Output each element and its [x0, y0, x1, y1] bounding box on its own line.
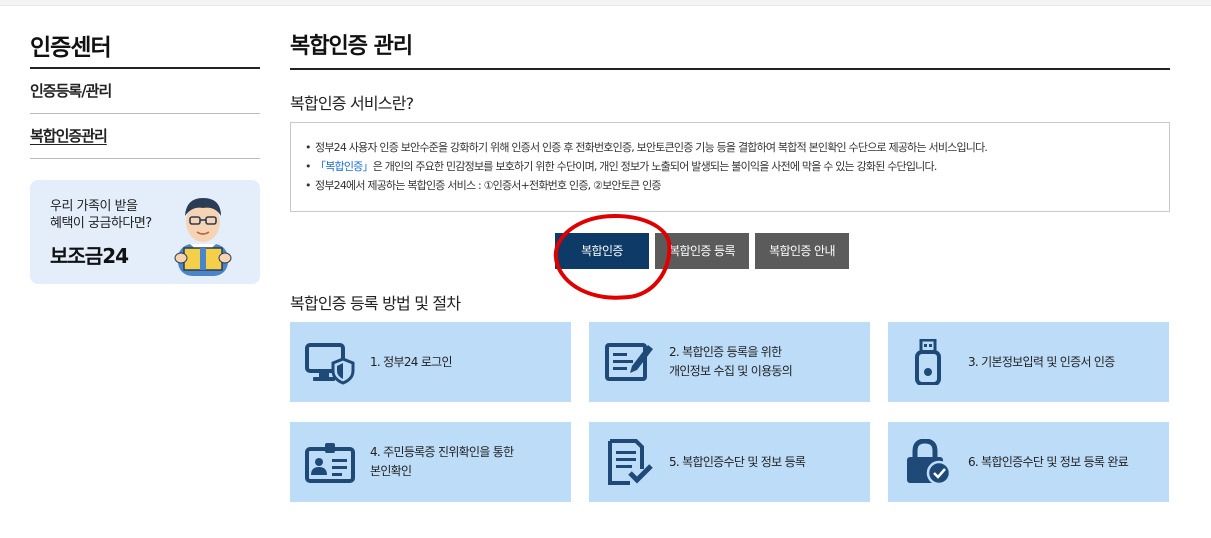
step-line: 개인정보 수집 및 이용동의 [669, 364, 793, 378]
step-line: 3. 기본정보입력 및 인증서 인증 [968, 354, 1115, 369]
banner-line1: 우리 가족이 받을 [50, 199, 138, 214]
step-line: 6. 복합인증수단 및 정보 등록 완료 [968, 454, 1129, 469]
step-text: 1. 정부24 로그인 [370, 322, 453, 402]
tab-multi-auth-guide[interactable]: 복합인증 안내 [755, 233, 849, 269]
sidebar: 인증센터 인증등록/관리 복합인증관리 우리 가족이 받을 혜택이 궁금하다면?… [30, 28, 260, 284]
step-card: 6. 복합인증수단 및 정보 등록 완료 [888, 422, 1169, 502]
step-text: 6. 복합인증수단 및 정보 등록 완료 [968, 422, 1129, 502]
monitor-shield-icon [305, 343, 355, 385]
banner-line2: 혜택이 궁금하다면? [50, 216, 152, 231]
tab-multi-auth-register[interactable]: 복합인증 등록 [655, 233, 749, 269]
document-check-icon [608, 439, 653, 485]
step-line: 4. 주민등록증 진위확인을 통한 [370, 445, 514, 459]
usb-token-icon [915, 339, 941, 385]
banner-text: 우리 가족이 받을 혜택이 궁금하다면? [50, 198, 152, 232]
step-line: 5. 복합인증수단 및 정보 등록 [669, 454, 806, 469]
notice-text: 은 개인의 주요한 민감정보를 보호하기 위한 수단이며, 개인 정보가 노출되… [372, 160, 938, 173]
step-text: 5. 복합인증수단 및 정보 등록 [669, 422, 806, 502]
step-line: 1. 정부24 로그인 [370, 354, 453, 369]
lock-check-icon [907, 439, 952, 485]
tab-bar: 복합인증 복합인증 등록 복합인증 안내 [555, 233, 849, 269]
step-text: 4. 주민등록증 진위확인을 통한본인확인 [370, 422, 514, 502]
step-card: 3. 기본정보입력 및 인증서 인증 [888, 322, 1169, 402]
id-card-icon [305, 443, 355, 483]
sidebar-item-label: 복합인증관리 [30, 127, 108, 145]
person-with-gift-icon [174, 198, 232, 276]
step-card: 4. 주민등록증 진위확인을 통한본인확인 [290, 422, 571, 502]
notice-text: 정부24 사용자 인증 보안수준을 강화하기 위해 인증서 인증 후 전화번호인… [315, 141, 988, 154]
banner-brand: 보조금24 [50, 244, 129, 268]
notice-box: • 정부24 사용자 인증 보안수준을 강화하기 위해 인증서 인증 후 전화번호… [290, 122, 1170, 212]
step-line: 2. 복합인증 등록을 위한 [669, 345, 782, 359]
step-text: 3. 기본정보입력 및 인증서 인증 [968, 322, 1115, 402]
form-pen-icon [605, 343, 653, 381]
notice-line: • 정부24에서 제공하는 복합인증 서비스 : ①인증서+전화번호 인증, ②보… [305, 179, 662, 192]
sidebar-title: 인증센터 [30, 28, 260, 69]
notice-highlight: 「복합인증」 [315, 160, 373, 173]
page-title: 복합인증 관리 [290, 28, 1170, 70]
notice-line: • 정부24 사용자 인증 보안수준을 강화하기 위해 인증서 인증 후 전화번호… [305, 141, 988, 154]
sidebar-item-label: 인증등록/관리 [30, 82, 112, 100]
step-card: 5. 복합인증수단 및 정보 등록 [589, 422, 870, 502]
sidebar-item-cert-register[interactable]: 인증등록/관리 [30, 69, 260, 114]
step-line: 본인확인 [370, 464, 412, 478]
top-bar [0, 0, 1211, 6]
step-card: 1. 정부24 로그인 [290, 322, 571, 402]
subsidy24-banner[interactable]: 우리 가족이 받을 혜택이 궁금하다면? 보조금24 [30, 180, 260, 284]
notice-text: 정부24에서 제공하는 복합인증 서비스 : ①인증서+전화번호 인증, ②보안… [315, 179, 662, 192]
step-text: 2. 복합인증 등록을 위한개인정보 수집 및 이용동의 [669, 322, 793, 402]
main-content: 복합인증 관리 복합인증 서비스란? • 정부24 사용자 인증 보안수준을 강화… [290, 28, 1170, 502]
steps-title: 복합인증 등록 방법 및 절차 [290, 294, 461, 313]
step-card: 2. 복합인증 등록을 위한개인정보 수집 및 이용동의 [589, 322, 870, 402]
sidebar-item-multi-auth[interactable]: 복합인증관리 [30, 114, 260, 159]
notice-line: • 「복합인증」은 개인의 주요한 민감정보를 보호하기 위한 수단이며, 개인 … [305, 160, 938, 173]
tab-multi-auth[interactable]: 복합인증 [555, 233, 649, 269]
intro-title: 복합인증 서비스란? [290, 94, 414, 113]
